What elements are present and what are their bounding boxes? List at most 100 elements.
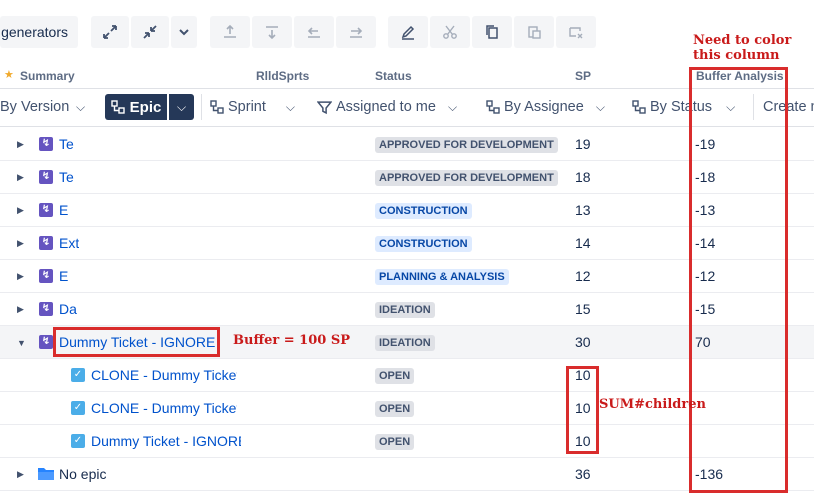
row-sp: 15 [575, 301, 591, 317]
chevron-down-icon [179, 29, 189, 36]
annotation-sp-children-box [566, 366, 599, 454]
group-by-epic[interactable]: Epic [105, 94, 167, 120]
epic-icon: ↯ [39, 236, 53, 250]
expand-row-icon[interactable]: ▶ [17, 469, 24, 480]
paste-icon [528, 26, 541, 39]
annotation-buffer-column-box [689, 67, 788, 493]
outdent-button[interactable] [294, 16, 334, 48]
row-sp: 36 [575, 466, 591, 482]
annotation-color-note-line2: this column [693, 48, 780, 63]
remove-button[interactable] [556, 16, 596, 48]
edit-button[interactable] [388, 16, 428, 48]
divider [201, 94, 202, 120]
epic-icon: ↯ [39, 203, 53, 217]
outdent-icon [307, 27, 320, 38]
row-summary[interactable]: Te [59, 169, 74, 185]
epic-icon: ↯ [39, 335, 53, 349]
cut-button[interactable] [430, 16, 470, 48]
row-summary[interactable]: E [59, 268, 68, 284]
epic-icon: ↯ [39, 302, 53, 316]
row-sp: 30 [575, 334, 591, 350]
remove-icon [569, 27, 583, 39]
chevron-down-icon[interactable]: ⌵ [448, 100, 457, 115]
indent-icon [350, 27, 363, 38]
epic-icon: ↯ [39, 269, 53, 283]
group-by-epic-label: Epic [129, 98, 162, 116]
col-summary[interactable]: Summary [20, 69, 75, 83]
group-by-sprint[interactable]: Sprint ⌵ [210, 94, 295, 120]
expand-row-icon[interactable]: ▶ [17, 139, 24, 150]
row-summary[interactable]: E [59, 202, 68, 218]
status-badge: CONSTRUCTION [375, 203, 472, 219]
version-dropdown[interactable]: ⌵ [76, 94, 85, 120]
hierarchy-icon [210, 100, 224, 114]
annotation-buffer-note: Buffer = 100 SP [233, 333, 350, 348]
status-badge: OPEN [375, 434, 415, 450]
expand-row-icon[interactable]: ▶ [17, 271, 24, 282]
epic-dropdown[interactable]: ⌵ [169, 94, 194, 120]
folder-icon [38, 468, 54, 480]
status-badge: APPROVED FOR DEVELOPMENT [375, 137, 558, 153]
expand-row-icon[interactable]: ▶ [17, 304, 24, 315]
status-badge: IDEATION [375, 335, 435, 351]
status-badge: CONSTRUCTION [375, 236, 472, 252]
group-by-assignee[interactable]: By Assignee ⌵ [486, 94, 605, 120]
filter-assigned-label: Assigned to me [336, 99, 436, 115]
hierarchy-icon [632, 100, 646, 114]
collapse-row-icon[interactable]: ▼ [17, 338, 26, 348]
status-badge: OPEN [375, 368, 415, 384]
epic-icon: ↯ [39, 137, 53, 151]
copy-button[interactable] [472, 16, 512, 48]
filter-assigned-to-me[interactable]: Assigned to me ⌵ [317, 94, 457, 120]
group-by-assignee-label: By Assignee [504, 99, 584, 115]
row-summary[interactable]: No epic [59, 466, 106, 482]
annotation-color-note-line1: Need to color [693, 33, 792, 48]
col-sp[interactable]: SP [575, 69, 591, 83]
chevron-down-icon[interactable]: ⌵ [596, 100, 605, 115]
status-badge: OPEN [375, 401, 415, 417]
annotation-sum-note: SUM#children [599, 397, 706, 412]
col-rlldsprts[interactable]: RlldSprts [256, 69, 309, 83]
hierarchy-icon [486, 100, 500, 114]
row-summary[interactable]: CLONE - Dummy Ticket [91, 400, 237, 416]
paste-button[interactable] [514, 16, 554, 48]
copy-icon [486, 25, 498, 39]
row-summary[interactable]: CLONE - Dummy Ticket [91, 367, 237, 383]
group-by-version[interactable]: By Version [0, 94, 69, 120]
expand-icon [103, 25, 117, 39]
row-sp: 18 [575, 169, 591, 185]
move-top-button[interactable] [210, 16, 250, 48]
move-down-icon [266, 26, 278, 40]
collapse-all-button[interactable] [131, 16, 169, 48]
annotation-ticket-box [53, 327, 220, 357]
row-sp: 14 [575, 235, 591, 251]
star-icon: ★ [4, 69, 14, 81]
filter-icon [317, 100, 332, 114]
col-status[interactable]: Status [375, 69, 412, 83]
chevron-down-icon: ⌵ [76, 99, 86, 114]
chevron-down-icon[interactable]: ⌵ [286, 100, 295, 115]
expand-row-icon[interactable]: ▶ [17, 238, 24, 249]
row-summary[interactable]: Dummy Ticket - IGNORE [91, 433, 241, 449]
collapse-icon [143, 25, 157, 39]
generators-button[interactable]: generators [0, 16, 78, 48]
row-sp: 19 [575, 136, 591, 152]
row-summary[interactable]: Te [59, 136, 74, 152]
move-top-icon [224, 24, 236, 38]
group-by-version-label: By Version [0, 99, 70, 115]
indent-button[interactable] [336, 16, 376, 48]
expand-options-button[interactable] [171, 16, 197, 48]
chevron-down-icon: ⌵ [176, 99, 187, 114]
row-sp: 12 [575, 268, 591, 284]
hierarchy-icon [110, 100, 125, 114]
expand-all-button[interactable] [91, 16, 129, 48]
status-badge: PLANNING & ANALYSIS [375, 269, 509, 285]
task-icon: ✓ [71, 368, 85, 382]
epic-icon: ↯ [39, 170, 53, 184]
expand-row-icon[interactable]: ▶ [17, 172, 24, 183]
row-summary[interactable]: Da [59, 301, 77, 317]
move-down-button[interactable] [252, 16, 292, 48]
row-summary[interactable]: Ext [59, 235, 79, 251]
expand-row-icon[interactable]: ▶ [17, 205, 24, 216]
status-badge: IDEATION [375, 302, 435, 318]
